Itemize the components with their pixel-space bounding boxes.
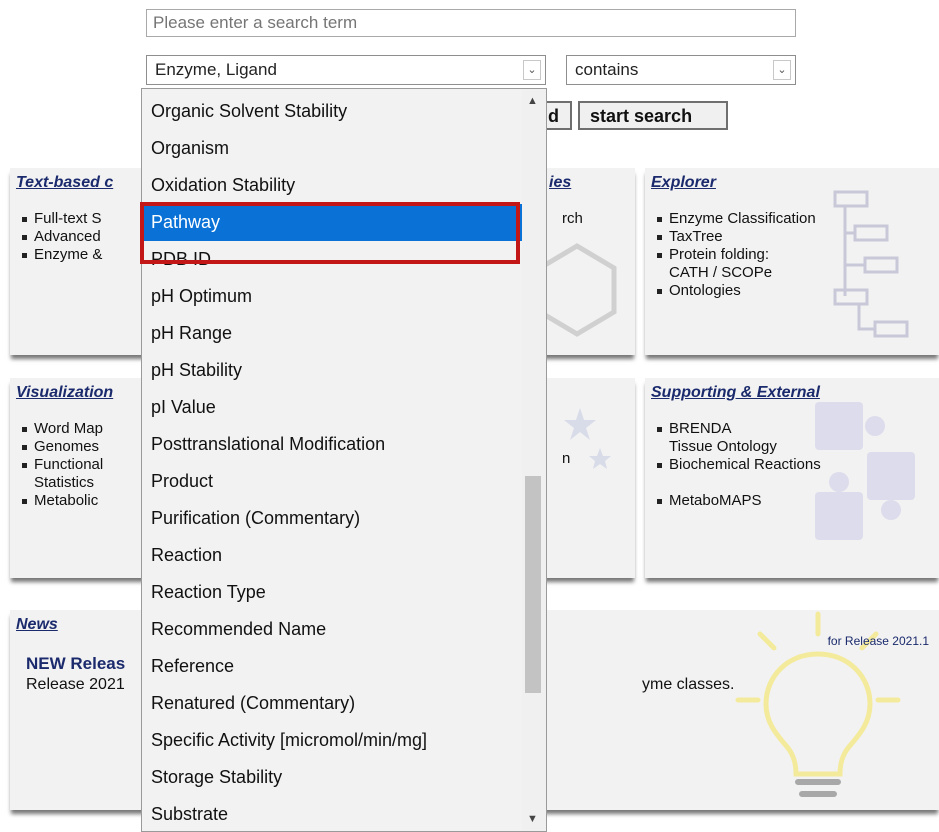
panel-title[interactable]: Text-based c — [16, 174, 113, 192]
dropdown-option[interactable]: Renatured (Commentary) — [142, 685, 522, 722]
dropdown-option[interactable]: Pathway — [142, 204, 522, 241]
panel-title-news[interactable]: News — [16, 616, 58, 634]
dropdown-option[interactable]: PDB ID — [142, 241, 522, 278]
list-item[interactable]: CATH / SCOPe — [655, 264, 816, 282]
panel-title-explorer[interactable]: Explorer — [651, 174, 716, 192]
news-heading: NEW Releas — [26, 654, 126, 673]
dropdown-option[interactable]: Reaction Type — [142, 574, 522, 611]
tree-icon — [833, 190, 909, 338]
dropdown-option[interactable]: Recommended Name — [142, 611, 522, 648]
panel-list: Word Map Genomes Functional Statistics M… — [20, 420, 103, 510]
scroll-down-icon[interactable]: ▼ — [527, 813, 538, 825]
dropdown-options: Organic Solvent Stability Organism Oxidati… — [142, 93, 522, 831]
dropdown-option[interactable]: Reaction — [142, 537, 522, 574]
dropdown-option[interactable]: Purification (Commentary) — [142, 500, 522, 537]
dropdown-option[interactable]: Organic Solvent Stability — [142, 93, 522, 130]
dropdown-option[interactable]: Product — [142, 463, 522, 500]
search-input[interactable] — [146, 9, 796, 37]
list-item[interactable]: Tissue Ontology — [655, 438, 821, 456]
field-select-value: Enzyme, Ligand — [155, 60, 277, 79]
list-item[interactable]: Advanced — [20, 228, 102, 246]
dropdown-option[interactable]: Storage Stability — [142, 759, 522, 796]
panel-title[interactable]: Visualization — [16, 384, 113, 402]
operator-select-value: contains — [575, 60, 639, 79]
dropdown-option[interactable]: pI Value — [142, 389, 522, 426]
panel-explorer: Explorer Enzyme Classification TaxTree P… — [645, 168, 939, 355]
scrollbar[interactable]: ▲ ▼ — [522, 89, 546, 831]
news-text: Release 2021 — [26, 676, 125, 693]
list-item[interactable]: BRENDA — [655, 420, 821, 438]
list-item[interactable]: Metabolic — [20, 492, 103, 510]
start-search-button[interactable]: start search — [578, 101, 728, 130]
sparkle-icon — [564, 408, 611, 469]
list-item[interactable]: Enzyme Classification — [655, 210, 816, 228]
news-text-right: yme classes. — [642, 676, 735, 693]
field-select[interactable]: Enzyme, Ligand ⌄ — [146, 55, 546, 85]
dropdown-option[interactable]: pH Optimum — [142, 278, 522, 315]
scroll-up-icon[interactable]: ▲ — [527, 95, 538, 107]
dropdown-option[interactable]: Reference — [142, 648, 522, 685]
list-item[interactable]: Functional — [20, 456, 103, 474]
field-dropdown-list[interactable]: Organic Solvent Stability Organism Oxidati… — [141, 88, 547, 832]
explorer-list: Enzyme Classification TaxTree Protein fo… — [655, 210, 816, 300]
list-item[interactable]: Biochemical Reactions — [655, 456, 821, 474]
scrollbar-thumb[interactable] — [525, 476, 541, 693]
list-item[interactable]: TaxTree — [655, 228, 816, 246]
list-item[interactable]: Word Map — [20, 420, 103, 438]
chevron-down-icon: ⌄ — [523, 60, 541, 80]
list-item[interactable]: Genomes — [20, 438, 103, 456]
operator-select[interactable]: contains ⌄ — [566, 55, 796, 85]
chevron-down-icon: ⌄ — [773, 60, 791, 80]
list-item[interactable]: MetaboMAPS — [655, 492, 821, 510]
panel-supporting: Supporting & External BRENDA Tissue Onto… — [645, 378, 939, 578]
dropdown-option[interactable]: Substrate — [142, 796, 522, 831]
panel-title[interactable]: ies — [549, 174, 571, 192]
list-item[interactable]: Statistics — [20, 474, 103, 492]
panel-title-supporting[interactable]: Supporting & External — [651, 384, 820, 402]
dropdown-option[interactable]: pH Stability — [142, 352, 522, 389]
list-item[interactable]: Full-text S — [20, 210, 102, 228]
dropdown-option[interactable]: Specific Activity [micromol/min/mg] — [142, 722, 522, 759]
supporting-list: BRENDA Tissue Ontology Biochemical React… — [655, 420, 821, 510]
panel-list: Full-text S Advanced Enzyme & — [20, 210, 102, 264]
dropdown-option[interactable]: Organism — [142, 130, 522, 167]
list-item[interactable]: rch — [548, 210, 583, 228]
dropdown-option[interactable]: Oxidation Stability — [142, 167, 522, 204]
list-item[interactable]: Enzyme & — [20, 246, 102, 264]
list-item[interactable]: Ontologies — [655, 282, 816, 300]
list-item[interactable]: Protein folding: — [655, 246, 816, 264]
dropdown-option[interactable]: Posttranslational Modification — [142, 426, 522, 463]
news-release-note: for Release 2021.1 — [827, 634, 929, 648]
dropdown-option[interactable]: pH Range — [142, 315, 522, 352]
